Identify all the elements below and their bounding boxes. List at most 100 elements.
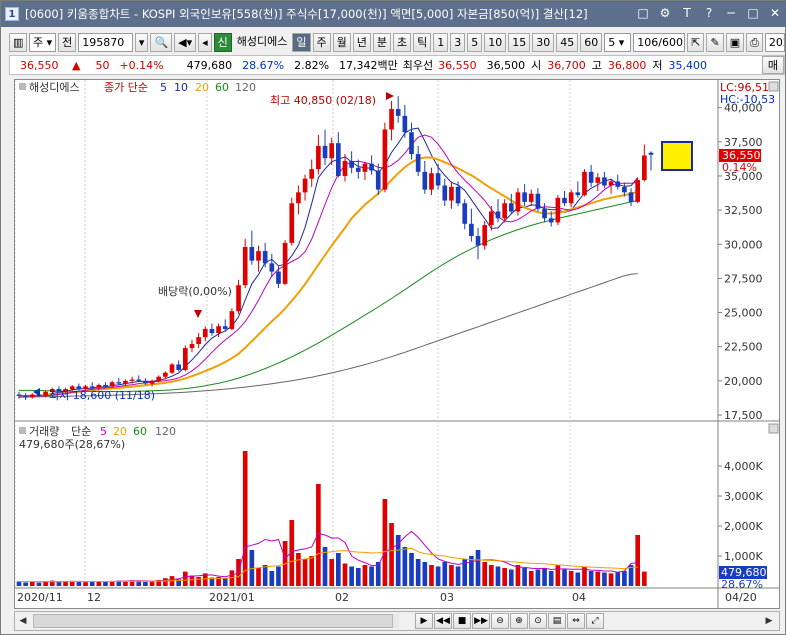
scroll-right-icon[interactable]: ▶ <box>761 613 777 629</box>
candle-body <box>608 181 614 186</box>
tool-icon[interactable]: ✎ <box>706 32 724 52</box>
chart-type-icon[interactable]: ▥ <box>9 32 27 52</box>
period-week[interactable]: 주 <box>312 32 331 52</box>
zoom-in-icon[interactable]: ⊕ <box>510 613 528 629</box>
period-tick[interactable]: 틱 <box>413 32 432 52</box>
candle-body <box>256 251 261 261</box>
price-tick-label: 30,000 <box>724 238 763 251</box>
candle-body <box>622 186 627 193</box>
volume-bar <box>435 566 441 586</box>
interval-5[interactable]: 5 <box>467 32 483 52</box>
speaker-icon[interactable]: ◀▾ <box>174 32 197 52</box>
candle-body <box>342 160 348 176</box>
scroll-thumb[interactable] <box>33 614 393 628</box>
chart-scrollbar[interactable]: ◀ ▶ ◀◀ ■ ▶▶ ⊖ ⊕ ⊙ ▤ ⇔ ⤢ ▶ <box>14 611 780 631</box>
interval-10[interactable]: 10 <box>484 32 507 52</box>
zoom-reset-icon[interactable]: ⊙ <box>529 613 547 629</box>
save-icon[interactable]: ▣ <box>725 32 745 52</box>
settings-icon[interactable]: ⚙ <box>655 5 675 22</box>
search-icon[interactable]: 🔍 <box>150 32 173 52</box>
volume-panel-menu-icon[interactable] <box>768 423 779 434</box>
interval-60[interactable]: 60 <box>580 32 603 52</box>
open-value: 36,700 <box>547 58 586 72</box>
legend-ma5: 5 <box>160 81 167 94</box>
volume-bar <box>163 578 168 586</box>
volume-tick-label: 1,000K <box>724 550 763 563</box>
scroll-next-icon[interactable]: ▶▶ <box>472 613 490 629</box>
candle-body <box>429 173 434 190</box>
fullscreen-icon[interactable]: ⤢ <box>586 613 604 629</box>
quote-amount: 17,342백만 <box>339 59 398 72</box>
candle-body <box>176 364 181 370</box>
app-icon: 1 <box>5 7 19 21</box>
period-minute[interactable]: 분 <box>372 32 392 52</box>
zoom-icon[interactable]: ⇱ <box>687 32 705 52</box>
zoom-out-icon[interactable]: ⊖ <box>491 613 509 629</box>
interval-3[interactable]: 3 <box>450 32 466 52</box>
print-icon[interactable]: ⎙ <box>746 32 763 52</box>
date-field[interactable]: 202 <box>764 32 786 52</box>
count-field[interactable]: 106/600 <box>633 32 686 52</box>
chart-area[interactable]: 17,500 20,000 22,500 25,000 27,500 30,000 32,5… <box>14 79 780 609</box>
interval-select[interactable]: 5 ▾ <box>604 32 632 52</box>
window-new-icon[interactable]: □ <box>633 5 653 22</box>
volume-legend-menu-icon[interactable] <box>19 427 26 434</box>
price-tick-label: 22,500 <box>724 341 763 354</box>
order-button[interactable]: 매 <box>761 56 784 74</box>
up-arrow-icon: ▲ <box>72 58 81 72</box>
volume-bar <box>568 571 574 586</box>
period-year[interactable]: 년 <box>352 32 371 52</box>
candle-body <box>236 285 241 312</box>
text-icon[interactable]: T <box>677 5 697 22</box>
candle-body <box>229 311 235 329</box>
interval-30[interactable]: 30 <box>532 32 555 52</box>
period-day[interactable]: 일 <box>292 32 311 52</box>
interval-15[interactable]: 15 <box>508 32 531 52</box>
scroll-prev-icon[interactable]: ◀◀ <box>434 613 452 629</box>
maximize-icon[interactable]: □ <box>743 5 763 22</box>
x-axis-label: 04 <box>572 591 586 604</box>
candle-body <box>542 208 547 219</box>
code-dropdown-icon[interactable]: ▾ <box>134 32 149 52</box>
mode-select[interactable]: 주 ▾ <box>29 32 57 52</box>
candle-body <box>548 218 554 223</box>
price-legend: 해성디에스 종가 단순 5 10 20 60 120 <box>19 80 256 94</box>
period-month[interactable]: 월 <box>332 32 351 52</box>
volume-bar <box>335 553 341 586</box>
stop-icon[interactable]: ■ <box>453 613 471 629</box>
range-icon[interactable]: ⇔ <box>567 613 585 629</box>
candle-body <box>449 186 454 201</box>
volume-bar <box>535 569 541 586</box>
candle-body <box>475 236 481 246</box>
quote-price-value: 36,550 <box>20 58 59 72</box>
yellow-marker[interactable] <box>661 141 693 171</box>
price-panel <box>15 80 718 420</box>
volume-bar <box>429 565 434 586</box>
period-second[interactable]: 초 <box>393 32 412 52</box>
price-panel-menu-icon[interactable] <box>768 81 779 92</box>
help-icon[interactable]: ? <box>699 5 719 22</box>
stock-name: 해성디에스 <box>236 34 288 48</box>
candle-body <box>209 328 215 334</box>
nav-buttons: ▶ ◀◀ ■ ▶▶ ⊖ ⊕ ⊙ ▤ ⇔ ⤢ <box>415 613 604 629</box>
minimize-icon[interactable]: ─ <box>721 5 741 22</box>
interval-1[interactable]: 1 <box>433 32 449 52</box>
close-icon[interactable]: ✕ <box>765 5 785 22</box>
candle-body <box>469 223 474 237</box>
x-axis-labels: 2020/11 12 2021/01 02 03 04 04/20 <box>17 591 757 604</box>
volume-bar <box>615 572 621 586</box>
prev-icon[interactable]: ◂ <box>198 32 212 52</box>
chart-svg[interactable]: 17,500 20,000 22,500 25,000 27,500 30,000 32,5… <box>14 80 779 608</box>
candle-body <box>628 192 634 202</box>
legend-menu-icon[interactable] <box>19 83 26 90</box>
scroll-track[interactable] <box>33 614 399 628</box>
mode2-button[interactable]: 전 <box>58 32 77 52</box>
interval-45[interactable]: 45 <box>556 32 579 52</box>
new-badge: 신 <box>213 32 232 52</box>
scroll-left-icon[interactable]: ◀ <box>15 613 31 629</box>
candle-body <box>296 192 301 204</box>
volume-bar <box>595 571 601 586</box>
view-icon[interactable]: ▤ <box>548 613 566 629</box>
scroll-first-icon[interactable]: ▶ <box>415 613 433 629</box>
code-input[interactable]: 195870 <box>78 32 133 52</box>
